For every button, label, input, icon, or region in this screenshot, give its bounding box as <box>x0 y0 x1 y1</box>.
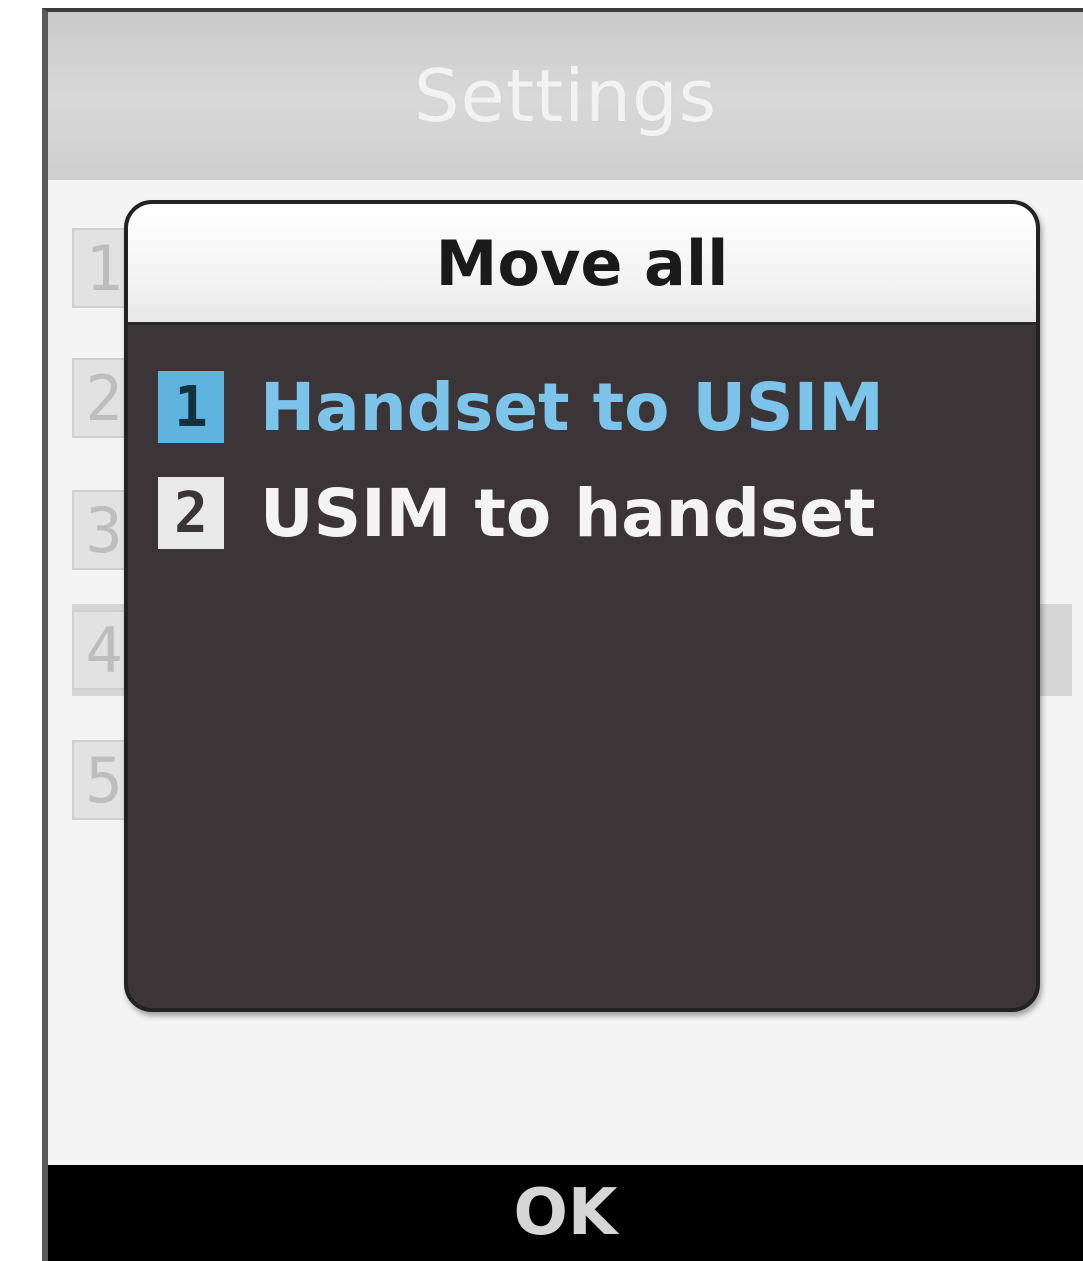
option-handset-to-usim[interactable]: 1 Handset to USIM <box>158 366 884 448</box>
option-label: Handset to USIM <box>260 368 884 446</box>
option-number-badge: 1 <box>158 371 224 443</box>
option-number-badge: 2 <box>158 477 224 549</box>
softkey-bar: OK <box>48 1165 1083 1261</box>
ok-softkey[interactable]: OK <box>514 1176 618 1250</box>
move-all-popup: Move all 1 Handset to USIM 2 USIM to han… <box>124 200 1040 1012</box>
popup-title: Move all <box>435 226 729 300</box>
screen-title: Settings <box>413 54 718 138</box>
option-usim-to-handset[interactable]: 2 USIM to handset <box>158 472 876 554</box>
phone-screen: Settings 1 2 3 4 5 Move all 1 Handset to… <box>42 8 1083 1261</box>
title-bar: Settings <box>48 12 1083 180</box>
option-label: USIM to handset <box>260 474 876 552</box>
popup-header: Move all <box>128 204 1036 325</box>
